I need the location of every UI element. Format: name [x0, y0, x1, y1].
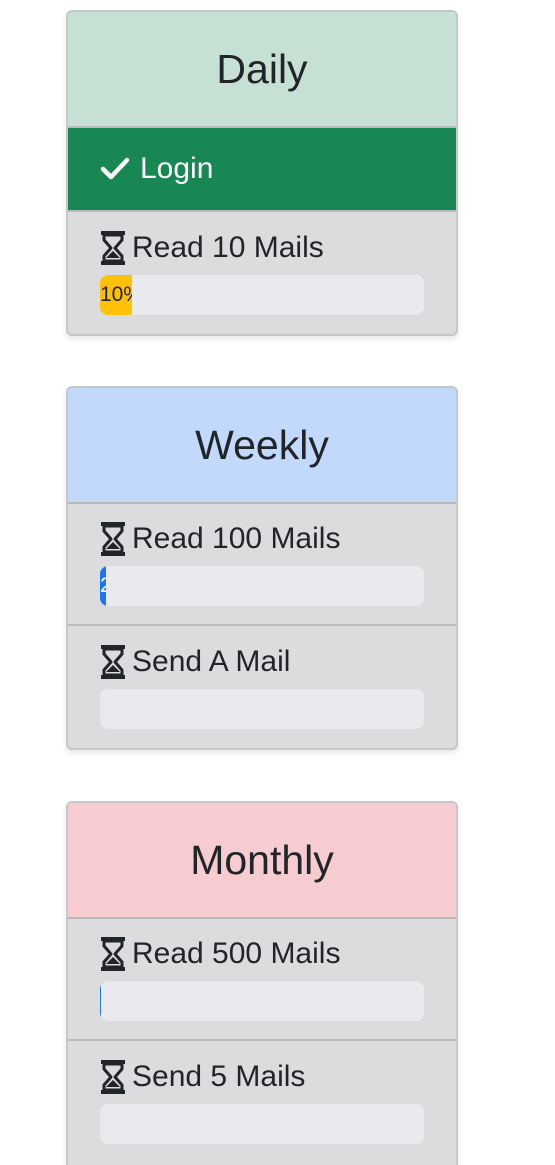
weekly-quest-card: Weekly Read 100 Mails 2 — [66, 386, 458, 750]
daily-quest-card: Daily Login Read 10 Mails 10 — [66, 10, 458, 336]
quest-label: Send A Mail — [132, 645, 291, 678]
daily-quest-login: Login — [68, 128, 456, 212]
hourglass-icon — [100, 231, 126, 265]
check-icon — [100, 156, 130, 182]
hourglass-icon — [100, 1060, 126, 1094]
weekly-card-title: Weekly — [68, 388, 456, 504]
monthly-quest-read-mails: Read 500 Mails — [68, 919, 456, 1041]
weekly-quest-read-mails: Read 100 Mails 2 — [68, 504, 456, 626]
quest-label: Read 10 Mails — [132, 231, 324, 264]
quest-label: Login — [140, 152, 214, 185]
monthly-quest-card: Monthly Read 500 Mails Send 5 Mails — [66, 801, 458, 1165]
quest-progress-bar: 10% — [100, 275, 424, 315]
hourglass-icon — [100, 522, 126, 556]
quest-progress-fill: 2 — [100, 566, 107, 606]
page: Daily Login Read 10 Mails 10 Weekly Read… — [0, 0, 555, 1165]
hourglass-icon — [100, 645, 126, 679]
quest-progress-bar — [100, 689, 424, 729]
quest-progress-bar: 2 — [100, 566, 424, 606]
hourglass-icon — [100, 937, 126, 971]
quest-label: Read 100 Mails — [132, 522, 341, 555]
daily-card-title: Daily — [68, 12, 456, 128]
monthly-card-title: Monthly — [68, 803, 456, 919]
quest-progress-bar — [100, 981, 424, 1021]
quest-progress-text: 2 — [100, 574, 106, 597]
monthly-quest-send-mails: Send 5 Mails — [68, 1041, 456, 1163]
quest-progress-fill — [100, 981, 102, 1021]
quest-label: Read 500 Mails — [132, 937, 341, 970]
quest-progress-text: 10% — [100, 283, 132, 306]
quest-label: Send 5 Mails — [132, 1060, 306, 1093]
daily-quest-read-mails: Read 10 Mails 10% — [68, 212, 456, 334]
quest-progress-fill: 10% — [100, 275, 133, 315]
weekly-quest-send-mail: Send A Mail — [68, 626, 456, 748]
quest-progress-bar — [100, 1104, 424, 1144]
